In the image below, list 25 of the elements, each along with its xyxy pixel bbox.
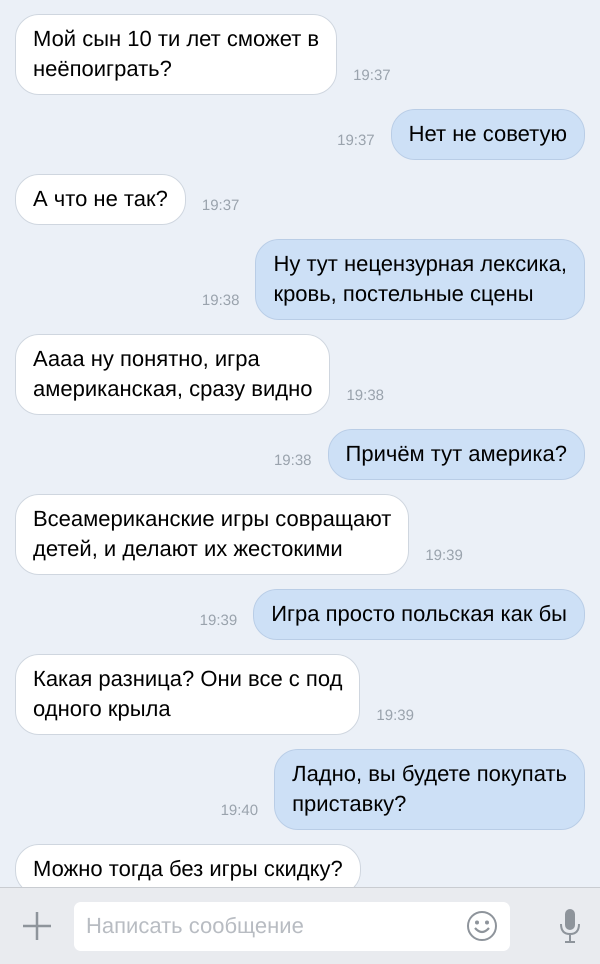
message-time: 19:37 [353, 67, 391, 86]
smiley-icon[interactable] [466, 910, 498, 942]
sent-message: Ну тут нецензурная лексика, кровь, постельные сцены [255, 239, 585, 320]
message-time: 19:38 [346, 387, 384, 406]
message-time: 19:38 [274, 452, 312, 471]
sent-message: Ладно, вы будете покупать приставку? [274, 749, 585, 830]
sent-message: Причём тут америка? [328, 429, 585, 480]
message-time: 19:37 [337, 132, 375, 151]
received-message: Можно тогда без игры скидку? [15, 844, 361, 887]
message-time: 19:39 [425, 547, 463, 566]
received-message: Всеамериканские игры совращают детей, и делают их жестокими [15, 494, 410, 575]
sent-message: Игра просто польская как бы [253, 589, 585, 640]
received-message: А что не так? [15, 174, 186, 225]
received-message: Мой сын 10 ти лет сможет в неёпоиграть? [15, 14, 338, 95]
microphone-icon[interactable] [558, 908, 582, 944]
message-input[interactable]: Написать сообщение [74, 902, 510, 950]
received-message: Аааа ну понятно, игра американская, сразу видно [15, 334, 330, 415]
message-time: 19:39 [376, 707, 414, 726]
message-time: 19:39 [200, 612, 238, 631]
received-message: Какая разница? Они все с под одного крыла [15, 654, 360, 735]
plus-icon[interactable] [22, 911, 52, 941]
message-time: 19:37 [202, 197, 240, 216]
message-time: 19:40 [220, 802, 258, 821]
message-time: 19:38 [202, 292, 240, 311]
sent-message: Нет не советую [390, 109, 585, 160]
